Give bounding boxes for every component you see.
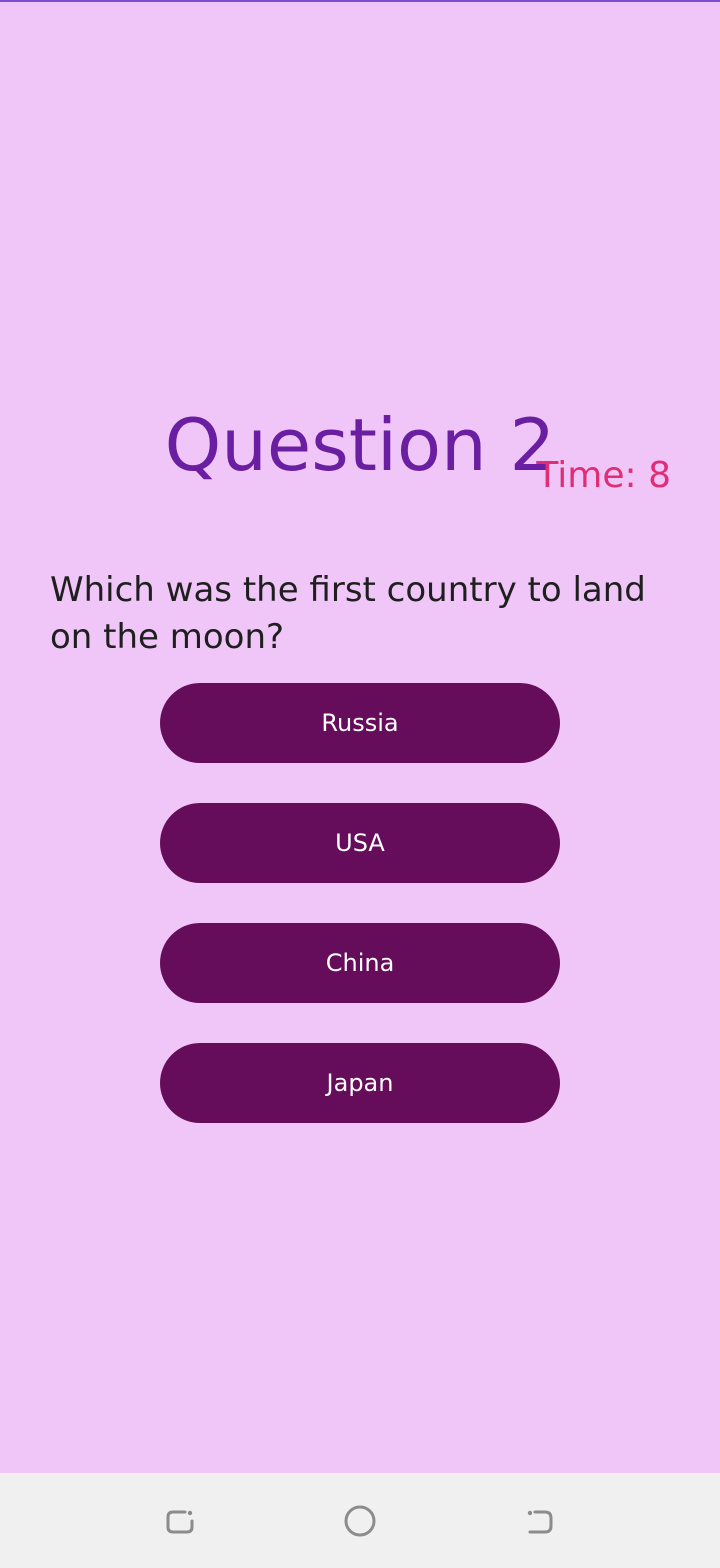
quiz-screen: Question 2 Time: 8 Which was the first c… [0, 0, 720, 1473]
system-navigation-bar [0, 1473, 720, 1568]
recent-apps-icon[interactable] [162, 1503, 198, 1539]
back-icon[interactable] [522, 1503, 558, 1539]
answer-button-usa[interactable]: USA [160, 803, 560, 883]
home-icon[interactable] [342, 1503, 378, 1539]
answer-button-japan[interactable]: Japan [160, 1043, 560, 1123]
timer-text: Time: 8 [536, 455, 671, 496]
answer-button-russia[interactable]: Russia [160, 683, 560, 763]
answer-button-china[interactable]: China [160, 923, 560, 1003]
top-divider [0, 0, 720, 2]
question-text: Which was the first country to land on t… [50, 570, 646, 657]
